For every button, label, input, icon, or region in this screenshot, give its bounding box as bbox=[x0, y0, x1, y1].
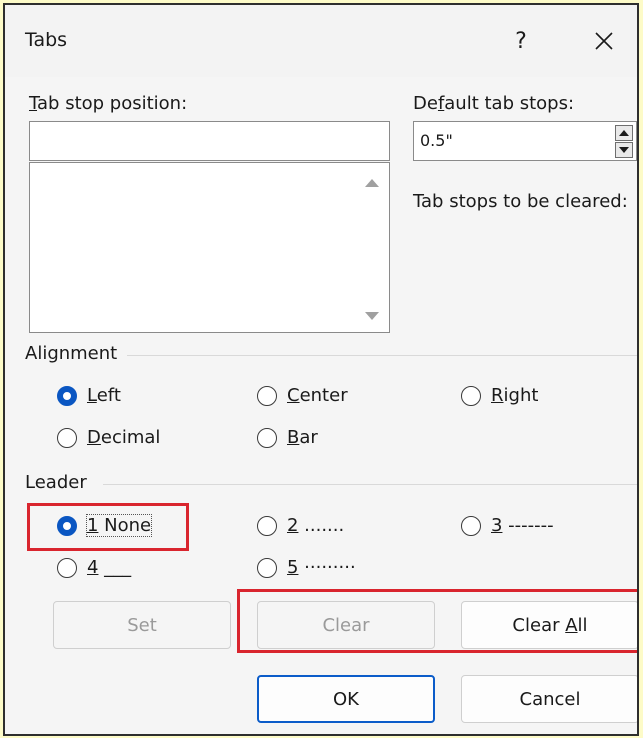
leader-group-label: Leader bbox=[25, 472, 87, 493]
default-tab-stops-label: Default tab stops: bbox=[413, 93, 575, 114]
leader-dots-radio[interactable]: 2 ....... bbox=[257, 515, 344, 536]
alignment-left-label: Left bbox=[87, 385, 121, 406]
list-scroll-up-arrow[interactable] bbox=[365, 179, 379, 187]
leader-dashes-label: 3 ------- bbox=[491, 515, 554, 536]
alignment-center-label: Center bbox=[287, 385, 348, 406]
leader-underline-radio[interactable]: 4 ___ bbox=[57, 557, 131, 578]
radio-unchecked-indicator bbox=[57, 427, 77, 448]
default-tab-stops-spinner[interactable]: 0.5" bbox=[413, 121, 637, 161]
radio-unchecked-indicator bbox=[257, 385, 277, 406]
help-button[interactable]: ? bbox=[497, 19, 545, 63]
close-icon bbox=[595, 32, 613, 50]
tab-stop-list[interactable] bbox=[29, 162, 390, 333]
leader-underline-label: 4 ___ bbox=[87, 557, 132, 578]
alignment-divider bbox=[127, 355, 637, 356]
radio-unchecked-indicator bbox=[257, 427, 277, 448]
set-button[interactable]: Set bbox=[53, 601, 231, 649]
radio-unchecked-indicator bbox=[461, 515, 481, 536]
leader-dots-label: 2 ....... bbox=[287, 515, 345, 536]
alignment-decimal-label: Decimal bbox=[87, 427, 161, 448]
radio-unchecked-indicator bbox=[257, 515, 277, 536]
leader-dashes-radio[interactable]: 3 ------- bbox=[461, 515, 554, 536]
alignment-bar-radio[interactable]: Bar bbox=[257, 427, 318, 448]
dialog-title: Tabs bbox=[25, 29, 68, 51]
radio-checked-indicator bbox=[57, 385, 77, 406]
radio-unchecked-indicator bbox=[57, 557, 77, 578]
alignment-decimal-radio[interactable]: Decimal bbox=[57, 427, 160, 448]
spin-down-icon bbox=[619, 147, 629, 153]
tab-stops-to-be-cleared-label: Tab stops to be cleared: bbox=[413, 191, 628, 212]
leader-none-label: 1 None bbox=[85, 514, 153, 537]
alignment-bar-label: Bar bbox=[287, 427, 318, 448]
list-scroll-down-arrow[interactable] bbox=[365, 312, 379, 320]
tab-stop-position-label: Tab stop position: bbox=[29, 93, 188, 114]
leader-none-radio[interactable]: 1 None bbox=[57, 514, 153, 537]
tabs-dialog: Tabs ? Tab stop position: Default tab st… bbox=[3, 3, 639, 736]
alignment-center-radio[interactable]: Center bbox=[257, 385, 348, 406]
default-tab-stops-value: 0.5" bbox=[420, 131, 453, 150]
leader-divider bbox=[103, 484, 637, 485]
ok-button[interactable]: OK bbox=[257, 675, 435, 723]
close-button[interactable] bbox=[580, 19, 628, 63]
leader-middots-radio[interactable]: 5 ········· bbox=[257, 557, 356, 578]
alignment-right-label: Right bbox=[491, 385, 539, 406]
clear-all-button[interactable]: Clear All bbox=[461, 601, 637, 649]
radio-checked-indicator bbox=[57, 515, 77, 536]
alignment-left-radio[interactable]: Left bbox=[57, 385, 121, 406]
spin-up-button[interactable] bbox=[615, 125, 633, 141]
leader-middots-label: 5 ········· bbox=[287, 557, 356, 578]
alignment-right-radio[interactable]: Right bbox=[461, 385, 538, 406]
clear-button[interactable]: Clear bbox=[257, 601, 435, 649]
alignment-group-label: Alignment bbox=[25, 343, 118, 364]
title-bar: Tabs ? bbox=[5, 5, 637, 77]
radio-unchecked-indicator bbox=[257, 557, 277, 578]
spin-down-button[interactable] bbox=[615, 142, 633, 158]
spin-up-icon bbox=[619, 130, 629, 136]
radio-unchecked-indicator bbox=[461, 385, 481, 406]
tab-stop-position-input[interactable] bbox=[29, 121, 390, 161]
cancel-button[interactable]: Cancel bbox=[461, 675, 637, 723]
